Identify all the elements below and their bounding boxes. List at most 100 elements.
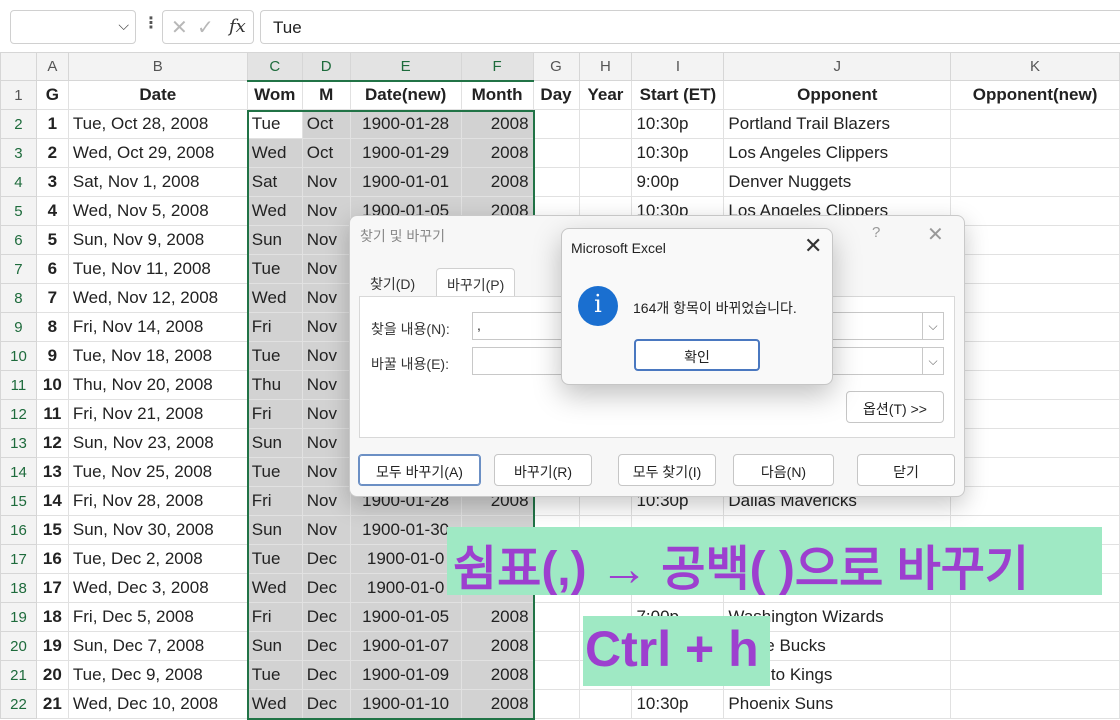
row-header[interactable]: 12	[0, 399, 37, 429]
row-header[interactable]: 16	[0, 515, 37, 545]
row-header[interactable]: 14	[0, 457, 37, 487]
chevron-down-icon[interactable]: ⌵	[118, 17, 129, 34]
cell-m[interactable]: Oct	[301, 138, 351, 168]
cell-g[interactable]: 18	[35, 602, 69, 632]
cell-date[interactable]: Tue, Nov 18, 2008	[67, 341, 248, 371]
row-header[interactable]: 17	[0, 544, 37, 574]
cell-opponent-new[interactable]	[950, 109, 1120, 139]
header-cell[interactable]: Opponent	[723, 80, 952, 110]
replace-all-button[interactable]: 모두 바꾸기(A)	[358, 454, 481, 486]
cell-date[interactable]: Fri, Dec 5, 2008	[67, 602, 248, 632]
cell-wom[interactable]: Sun	[246, 428, 303, 458]
row-header[interactable]: 15	[0, 486, 37, 516]
insert-function-icon[interactable]: fx	[229, 16, 246, 37]
column-header-c[interactable]: C	[246, 52, 303, 82]
row-header[interactable]: 10	[0, 341, 37, 371]
cell-g[interactable]: 7	[35, 283, 69, 313]
select-all-corner[interactable]	[0, 52, 37, 81]
cell-year[interactable]	[578, 167, 633, 197]
cell-date[interactable]: Tue, Oct 28, 2008	[67, 109, 248, 139]
confirm-icon[interactable]: ✓	[197, 15, 214, 40]
cell-opponent[interactable]: Denver Nuggets	[723, 167, 952, 197]
cell-date-new[interactable]: 1900-01-07	[349, 631, 462, 661]
cell-opponent-new[interactable]	[950, 225, 1120, 255]
cell-month[interactable]: 2008	[460, 602, 534, 632]
find-next-button[interactable]: 다음(N)	[733, 454, 834, 486]
options-button[interactable]: 옵션(T) >>	[846, 391, 944, 423]
cell-wom[interactable]: Fri	[246, 399, 303, 429]
cell-opponent[interactable]: Phoenix Suns	[723, 689, 952, 719]
row-header[interactable]: 20	[0, 631, 37, 661]
row-header[interactable]: 3	[0, 138, 37, 168]
cell-opponent-new[interactable]	[950, 602, 1120, 632]
cell-g[interactable]: 5	[35, 225, 69, 255]
column-header-h[interactable]: H	[578, 52, 633, 81]
cell-date[interactable]: Fri, Nov 14, 2008	[67, 312, 248, 342]
cell-day[interactable]	[532, 109, 580, 139]
row-header[interactable]: 9	[0, 312, 37, 342]
cell-date[interactable]: Tue, Dec 2, 2008	[67, 544, 248, 574]
cell-start[interactable]: 10:30p	[631, 109, 725, 139]
cell-date[interactable]: Wed, Oct 29, 2008	[67, 138, 248, 168]
cell-start[interactable]: 10:30p	[631, 138, 725, 168]
cell-month[interactable]: 2008	[460, 167, 534, 197]
cell-m[interactable]: Dec	[301, 573, 351, 603]
cell-date-new[interactable]: 1900-01-0	[349, 544, 462, 574]
cell-date[interactable]: Wed, Nov 5, 2008	[67, 196, 248, 226]
cell-m[interactable]: Dec	[301, 544, 351, 574]
cell-date[interactable]: Fri, Nov 21, 2008	[67, 399, 248, 429]
cell-g[interactable]: 21	[35, 689, 69, 719]
cell-date[interactable]: Sun, Dec 7, 2008	[67, 631, 248, 661]
cell-date[interactable]: Wed, Nov 12, 2008	[67, 283, 248, 313]
close-icon[interactable]: ✕	[927, 222, 944, 247]
column-header-d[interactable]: D	[301, 52, 351, 82]
header-cell[interactable]: Wom	[246, 80, 303, 110]
cell-g[interactable]: 4	[35, 196, 69, 226]
cell-month[interactable]: 2008	[460, 138, 534, 168]
cell-g[interactable]: 10	[35, 370, 69, 400]
column-header-b[interactable]: B	[67, 52, 248, 81]
cell-opponent-new[interactable]	[950, 254, 1120, 284]
row-header[interactable]: 5	[0, 196, 37, 226]
cell-m[interactable]: Nov	[301, 254, 351, 284]
cell-year[interactable]	[578, 109, 633, 139]
cell-opponent-new[interactable]	[950, 196, 1120, 226]
column-header-j[interactable]: J	[723, 52, 952, 81]
cell-date-new[interactable]: 1900-01-30	[349, 515, 462, 545]
cell-date[interactable]: Sat, Nov 1, 2008	[67, 167, 248, 197]
find-all-button[interactable]: 모두 찾기(I)	[618, 454, 716, 486]
cell-m[interactable]: Dec	[301, 660, 351, 690]
row-header[interactable]: 6	[0, 225, 37, 255]
cell-g[interactable]: 17	[35, 573, 69, 603]
header-cell[interactable]: Year	[578, 80, 633, 110]
cell-wom[interactable]: Wed	[246, 573, 303, 603]
column-header-e[interactable]: E	[349, 52, 462, 82]
cell-day[interactable]	[532, 660, 580, 690]
cell-g[interactable]: 8	[35, 312, 69, 342]
row-header[interactable]: 2	[0, 109, 37, 139]
cell-month[interactable]: 2008	[460, 109, 534, 139]
cell-date-new[interactable]: 1900-01-09	[349, 660, 462, 690]
cell-opponent[interactable]: Portland Trail Blazers	[723, 109, 952, 139]
cell-m[interactable]: Dec	[301, 631, 351, 661]
cell-wom[interactable]: Wed	[246, 283, 303, 313]
cell-wom[interactable]: Thu	[246, 370, 303, 400]
cell-wom[interactable]: Wed	[246, 689, 303, 719]
replace-history-dropdown[interactable]: ⌵	[922, 347, 944, 375]
cell-m[interactable]: Nov	[301, 196, 351, 226]
header-cell[interactable]: Date(new)	[349, 80, 462, 110]
cell-wom[interactable]: Sun	[246, 631, 303, 661]
cell-month[interactable]: 2008	[460, 660, 534, 690]
cell-m[interactable]: Nov	[301, 225, 351, 255]
cell-m[interactable]: Nov	[301, 341, 351, 371]
more-options-icon[interactable]: ⋮	[143, 13, 159, 33]
cell-opponent-new[interactable]	[950, 428, 1120, 458]
cell-start[interactable]: 10:30p	[631, 689, 725, 719]
cell-date[interactable]: Sun, Nov 23, 2008	[67, 428, 248, 458]
column-header-f[interactable]: F	[460, 52, 534, 82]
cell-day[interactable]	[532, 602, 580, 632]
formula-input[interactable]: Tue	[260, 10, 1120, 44]
tab-find[interactable]: 찾기(D)	[360, 268, 425, 298]
header-cell[interactable]: Start (ET)	[631, 80, 725, 110]
cell-wom[interactable]: Tue	[246, 109, 303, 139]
